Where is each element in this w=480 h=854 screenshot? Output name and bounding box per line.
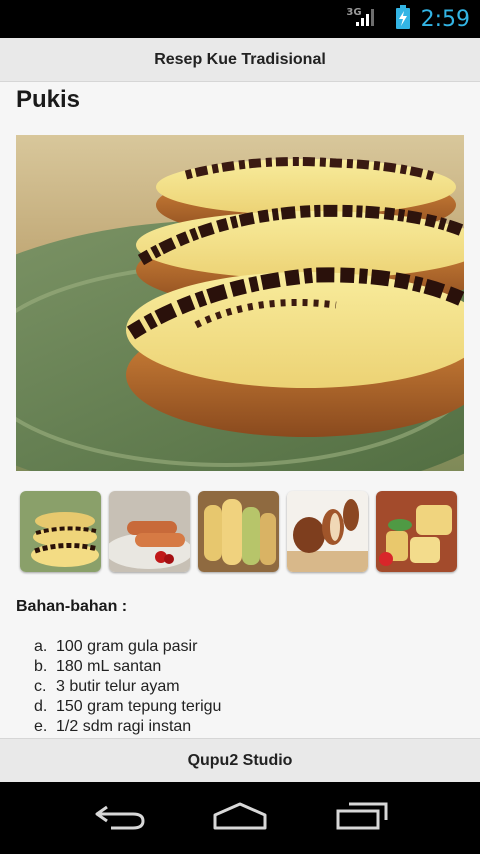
pukis-cake-photo [16,135,464,471]
banana-cake-thumbnail[interactable] [198,491,279,572]
list-item: a. 100 gram gula pasir [34,637,221,657]
back-icon [93,801,147,836]
list-item-text: 3 butir telur ayam [56,678,180,695]
footer-label: Qupu2 Studio [187,751,293,769]
list-item-letter: e. [34,718,48,735]
list-item-letter: a. [34,638,48,655]
status-icons: 3G 2:59 [346,0,470,38]
home-icon [212,801,268,836]
status-bar: 3G 2:59 [0,0,480,38]
app-title-bar: Resep Kue Tradisional [0,38,480,82]
chocolate-roll-thumbnail[interactable] [287,491,368,572]
list-item-letter: d. [34,698,48,715]
list-item-text: 1/2 sdm ragi instan [56,718,192,735]
app-title: Resep Kue Tradisional [154,50,326,68]
recipe-title: Pukis [16,86,81,113]
signal-icon [355,7,375,32]
clock: 2:59 [420,6,470,32]
home-button[interactable] [200,796,280,840]
pukis-chocolate-thumbnail[interactable] [20,491,101,572]
battery-charging-icon [395,4,410,34]
list-item-text: 150 gram tepung terigu [56,698,222,715]
list-item: c. 3 butir telur ayam [34,677,221,697]
navigation-bar [0,782,480,854]
list-item: e. 1/2 sdm ragi instan [34,717,221,737]
recent-apps-icon [335,801,389,836]
list-item-text: 180 mL santan [56,658,162,675]
thumbnail-strip [20,491,457,572]
list-item-letter: b. [34,658,48,675]
pandan-cake-thumbnail[interactable] [376,491,457,572]
sausage-cake-thumbnail[interactable] [109,491,190,572]
list-item-text: 100 gram gula pasir [56,638,198,655]
ingredients-heading: Bahan-bahan : [16,598,128,615]
recent-apps-button[interactable] [322,796,402,840]
ingredients-list: a. 100 gram gula pasir b. 180 mL santan c.… [34,637,221,737]
list-item: b. 180 mL santan [34,657,221,677]
footer-bar: Qupu2 Studio [0,738,480,782]
list-item: d. 150 gram tepung terigu [34,697,221,717]
recipe-content[interactable]: Pukis Bahan-bahan: a. 100 gram gula pas… [0,82,480,738]
back-button[interactable] [80,796,160,840]
list-item-letter: c. [34,678,47,695]
